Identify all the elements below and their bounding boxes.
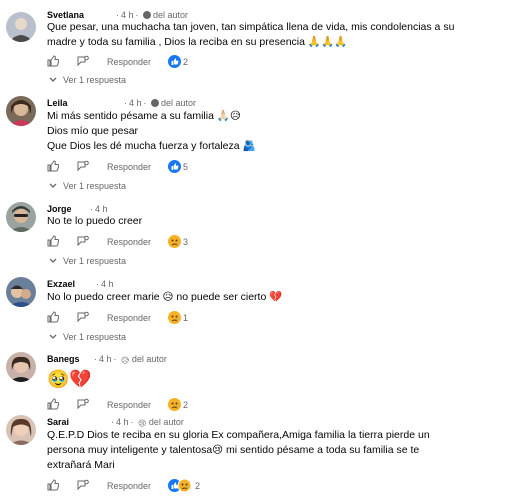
comment-line: Q.E.P.D Dios te reciba en su gloria Ex c…	[47, 429, 430, 441]
share-action-icon[interactable]	[77, 55, 89, 67]
author-badge-icon	[143, 11, 152, 19]
comment-text: Que pesar, una muchacha tan joven, tan s…	[47, 20, 454, 50]
comment-author[interactable]: Svetlana	[47, 10, 84, 20]
share-action-icon[interactable]	[77, 235, 89, 247]
reply-button[interactable]: Responder	[107, 162, 151, 172]
view-replies-button[interactable]: Ver 1 respuesta	[47, 332, 126, 342]
reply-button[interactable]: Responder	[107, 313, 151, 323]
comment-author[interactable]: Jorge	[47, 204, 72, 214]
chevron-down-icon	[49, 77, 57, 82]
reaction-count[interactable]: 1	[183, 313, 188, 323]
reaction-count[interactable]: 2	[195, 481, 200, 491]
comment-line: Mi más sentido pésame a su familia 🙏🏻😥	[47, 110, 241, 122]
avatar[interactable]	[6, 202, 36, 232]
comment-line: madre y toda su familia , Dios la reciba…	[47, 36, 348, 48]
sad-emoji-icon: 😢	[138, 419, 147, 428]
comment-meta: · 4 h · del autor	[124, 98, 197, 108]
comment-text: No te lo puedo creer	[47, 214, 142, 229]
comment-time[interactable]: 4 h	[129, 98, 142, 108]
avatar[interactable]	[6, 352, 36, 382]
sad-reaction-icon[interactable]	[178, 479, 191, 492]
comment-author[interactable]: Exzael	[47, 279, 75, 289]
reply-button[interactable]: Responder	[107, 237, 151, 247]
avatar[interactable]	[6, 277, 36, 307]
comment-author[interactable]: Banegs	[47, 354, 80, 364]
author-badge-icon	[151, 99, 160, 107]
view-replies-label: Ver 1 respuesta	[63, 332, 127, 342]
comment-line: No te lo puedo creer	[47, 215, 143, 227]
comment-text: 🥹💔	[47, 368, 92, 390]
chevron-down-icon	[49, 258, 57, 263]
share-action-icon[interactable]	[77, 160, 89, 172]
share-action-icon[interactable]	[77, 398, 89, 410]
like-reaction-icon[interactable]	[168, 55, 181, 68]
comment-author[interactable]: Leila	[47, 98, 68, 108]
reaction-count[interactable]: 3	[183, 237, 188, 247]
comment-time[interactable]: 4 h	[101, 279, 114, 289]
comment-line: extrañará Mari	[47, 459, 115, 471]
share-action-icon[interactable]	[77, 311, 89, 323]
comment-line: 🥹💔	[47, 369, 92, 389]
reaction-count[interactable]: 5	[183, 162, 188, 172]
chevron-down-icon	[49, 183, 57, 188]
sad-reaction-icon[interactable]	[168, 398, 181, 411]
avatar[interactable]	[6, 96, 36, 126]
author-badge-label: del autor	[153, 10, 189, 20]
sad-reaction-icon[interactable]	[168, 311, 181, 324]
reply-button[interactable]: Responder	[107, 481, 151, 491]
comment-time[interactable]: 4 h	[95, 204, 108, 214]
share-action-icon[interactable]	[77, 479, 89, 491]
comment-time[interactable]: 4 h	[99, 354, 112, 364]
comment-time[interactable]: 4 h	[121, 10, 134, 20]
view-replies-label: Ver 1 respuesta	[63, 256, 127, 266]
comment-line: Que pesar, una muchacha tan joven, tan s…	[47, 21, 455, 33]
avatar[interactable]	[6, 12, 36, 42]
reply-button[interactable]: Responder	[107, 57, 151, 67]
comment-meta: · 4 h	[96, 279, 114, 289]
reaction-count[interactable]: 2	[183, 57, 188, 67]
chevron-down-icon	[49, 334, 57, 339]
view-replies-button[interactable]: Ver 1 respuesta	[47, 75, 126, 85]
comment-text: Mi más sentido pésame a su familia 🙏🏻😥 D…	[47, 109, 256, 154]
author-badge-label: del autor	[148, 417, 184, 427]
thumbs-up-outline-icon[interactable]	[47, 311, 59, 323]
thumbs-up-outline-icon[interactable]	[47, 479, 59, 491]
thumbs-up-outline-icon[interactable]	[47, 235, 59, 247]
like-reaction-icon[interactable]	[168, 160, 181, 173]
comment-line: persona muy inteligente y talentosa😢 mi …	[47, 444, 420, 456]
comment-text: Q.E.P.D Dios te reciba en su gloria Ex c…	[47, 428, 430, 473]
comment-line: Que Dios les dé mucha fuerza y fortaleza…	[47, 140, 256, 152]
thumbs-up-outline-icon[interactable]	[47, 398, 59, 410]
reaction-count[interactable]: 2	[183, 400, 188, 410]
comment-line: No lo puedo creer marie 😥 no puede ser c…	[47, 291, 283, 303]
comment-author[interactable]: Sarai	[47, 417, 69, 427]
thumbs-up-outline-icon[interactable]	[47, 55, 59, 67]
comment-meta: · 4 h · 😥 del autor	[94, 354, 167, 365]
author-badge-label: del autor	[131, 354, 167, 364]
view-replies-button[interactable]: Ver 1 respuesta	[47, 181, 126, 191]
avatar[interactable]	[6, 415, 36, 445]
sad-emoji-icon: 😥	[121, 356, 130, 365]
thumbs-up-outline-icon[interactable]	[47, 160, 59, 172]
comment-text: No lo puedo creer marie 😥 no puede ser c…	[47, 290, 282, 305]
comment-time[interactable]: 4 h	[116, 417, 129, 427]
view-replies-label: Ver 1 respuesta	[63, 75, 127, 85]
comment-meta: · 4 h · del autor	[116, 10, 189, 20]
comment-meta: · 4 h	[90, 204, 108, 214]
comment-line: Dios mío que pesar	[47, 125, 139, 137]
reply-button[interactable]: Responder	[107, 400, 151, 410]
sad-reaction-icon[interactable]	[168, 235, 181, 248]
view-replies-label: Ver 1 respuesta	[63, 181, 127, 191]
author-badge-label: del autor	[161, 98, 197, 108]
comment-meta: · 4 h · 😢 del autor	[111, 417, 184, 428]
view-replies-button[interactable]: Ver 1 respuesta	[47, 256, 126, 266]
